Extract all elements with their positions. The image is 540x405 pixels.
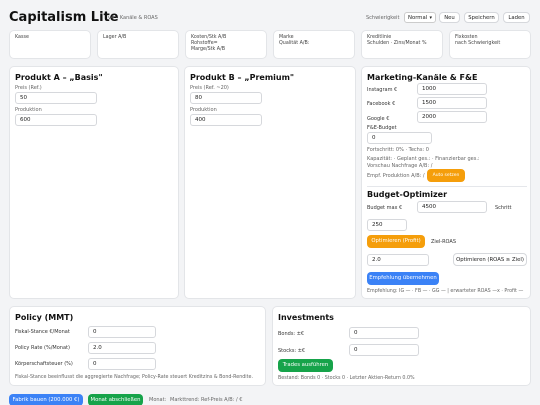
kpi-label: Kasse <box>15 35 29 40</box>
policy-card: Policy (MMT) Fiskal-Stance €/Monat 0 Pol… <box>9 306 266 386</box>
chevron-down-icon: ▾ <box>429 15 432 21</box>
production-label: Produktion <box>190 107 217 113</box>
marketing-title: Marketing-Kanäle & F&E <box>367 73 478 82</box>
optimizer-title: Budget-Optimizer <box>367 190 448 199</box>
app-title: Capitalism Lite <box>9 10 119 25</box>
product-a-title: Produkt A – „Basis" <box>15 73 103 82</box>
build-factory-button[interactable]: Fabrik bauen (200.000 €) <box>9 394 83 405</box>
app-subtitle: v4 – Kanäle & ROAS <box>108 15 158 21</box>
end-month-button[interactable]: Monat abschließen <box>88 394 143 405</box>
forecast-text: Vorschau Nachfrage A/B: / <box>367 163 433 169</box>
instagram-input[interactable]: 1000 <box>417 83 487 95</box>
difficulty-value: Normal <box>408 15 428 21</box>
policy-rate-label: Policy Rate (%/Monat) <box>15 345 70 351</box>
capacity-text: Kapazität: · Geplant ges.: · Finanzierba… <box>367 156 480 162</box>
policy-rate-input[interactable]: 2.0 <box>88 342 156 354</box>
investments-title: Investments <box>278 313 334 322</box>
ref-price-text: Ref-Preis A/B: / € <box>201 397 243 403</box>
fiscal-label: Fiskal-Stance €/Monat <box>15 329 70 335</box>
google-label: Google € <box>367 116 390 122</box>
divider <box>367 186 527 187</box>
difficulty-select[interactable]: Normal ▾ <box>404 12 436 23</box>
recommended-production-text: Empf. Produktion A/B: / <box>367 173 425 179</box>
bonds-input[interactable]: 0 <box>349 327 419 339</box>
production-label: Produktion <box>15 107 42 113</box>
product-a-card: Produkt A – „Basis" Preis (Ref.) 50 Prod… <box>9 66 179 299</box>
stocks-input[interactable]: 0 <box>349 344 419 356</box>
facebook-input[interactable]: 1500 <box>417 97 487 109</box>
save-button[interactable]: Speichern <box>464 12 499 23</box>
kpi-costs: Kosten/Stk A/B Rohstoffe= Marge/Stk A/B <box>185 30 267 59</box>
marketing-card: Marketing-Kanäle & F&E Instagram € 1000 … <box>361 66 531 299</box>
google-input[interactable]: 2000 <box>417 111 487 123</box>
load-button[interactable]: Laden <box>503 12 530 23</box>
kpi-label: Schulden · Zins/Monat % <box>367 41 427 46</box>
kpi-cash: Kasse <box>9 30 91 59</box>
target-roas-input[interactable]: 2.0 <box>367 254 429 266</box>
new-button[interactable]: Neu <box>439 12 460 23</box>
step-input[interactable]: 250 <box>367 219 407 231</box>
month-text: Monat: <box>149 397 167 403</box>
policy-title: Policy (MMT) <box>15 313 74 322</box>
rd-budget-input[interactable]: 0 <box>367 132 432 144</box>
fiscal-input[interactable]: 0 <box>88 326 156 338</box>
facebook-label: Facebook € <box>367 101 396 107</box>
kpi-credit: Kreditlinie Schulden · Zins/Monat % <box>361 30 443 59</box>
policy-note: Fiskal-Stance beeinflusst die aggregiert… <box>15 375 254 380</box>
difficulty-label: Schwierigkeit <box>366 15 400 21</box>
optimize-profit-button[interactable]: Optimieren (Profit) <box>367 235 425 248</box>
kpi-label: Marge/Stk A/B <box>191 47 225 52</box>
kpi-label: Qualität A/B: <box>279 41 310 46</box>
budget-max-label: Budget max € <box>367 205 403 211</box>
stocks-label: Stocks: ±€ <box>278 348 306 354</box>
product-b-price-input[interactable]: 80 <box>190 92 262 104</box>
rd-budget-label: F&E-Budget <box>367 125 397 131</box>
product-a-production-input[interactable]: 600 <box>15 114 97 126</box>
kpi-brand: Marke Qualität A/B: <box>273 30 355 59</box>
auto-set-button[interactable]: Auto setzen <box>427 169 465 182</box>
optimize-roas-button[interactable]: Optimieren (ROAS ≥ Ziel) <box>453 253 527 266</box>
holdings-text: Bestand: Bonds 0 · Stocks 0 · Letzter Ak… <box>278 376 415 381</box>
rd-progress-text: Fortschritt: 0% · Techs: 0 <box>367 147 429 153</box>
kpi-label: nach Schwierigkeit <box>455 41 501 46</box>
instagram-label: Instagram € <box>367 87 398 93</box>
product-a-price-input[interactable]: 50 <box>15 92 97 104</box>
kpi-label: Lager A/B <box>103 35 127 40</box>
bonds-label: Bonds: ±€ <box>278 331 305 337</box>
step-label: Schritt <box>495 205 512 211</box>
budget-max-input[interactable]: 4500 <box>417 201 487 213</box>
tax-input[interactable]: 0 <box>88 358 156 370</box>
price-label: Preis (Ref.) <box>15 85 42 91</box>
investments-card: Investments Bonds: ±€ 0 Stocks: ±€ 0 Tra… <box>272 306 531 386</box>
product-b-card: Produkt B – „Premium" Preis (Ref. ~20) 8… <box>184 66 356 299</box>
kpi-inventory: Lager A/B <box>97 30 179 59</box>
tax-label: Körperschaftsteuer (%) <box>15 361 73 367</box>
target-roas-label: Ziel-ROAS <box>431 239 456 245</box>
product-b-title: Produkt B – „Premium" <box>190 73 295 82</box>
kpi-fixed-costs: Fixkosten nach Schwierigkeit <box>449 30 531 59</box>
execute-trades-button[interactable]: Trades ausführen <box>278 359 333 372</box>
product-b-production-input[interactable]: 400 <box>190 114 262 126</box>
price-label: Preis (Ref. ~20) <box>190 85 229 91</box>
apply-recommendation-button[interactable]: Empfehlung übernehmen <box>367 272 439 285</box>
market-trend-text: Markttrend: <box>170 397 200 403</box>
recommendation-text: Empfehlung: IG — · FB — · GG — | erwarte… <box>367 289 524 294</box>
